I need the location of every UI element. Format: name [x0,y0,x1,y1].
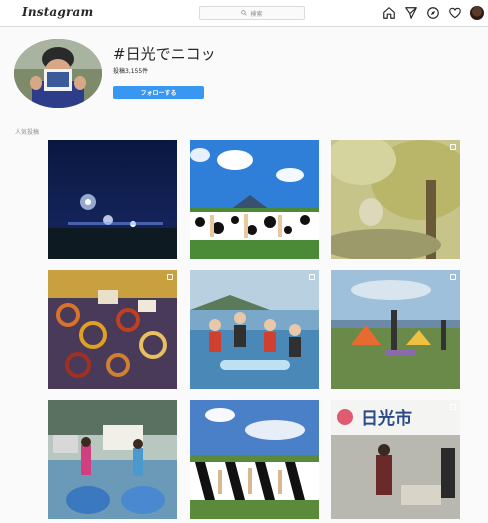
post-autumn-ginkgo[interactable] [331,140,460,259]
post-sup-boards-kids[interactable] [48,400,177,519]
post-sup-yoga-group[interactable] [190,270,319,389]
multi-post-icon [309,274,315,280]
search-placeholder: 検索 [250,10,263,18]
search-input[interactable]: 検索 [199,6,305,20]
multi-post-icon [450,274,456,280]
hashtag-title: #日光でニコッ [113,45,216,63]
post-nikko-city-tent[interactable]: 日光市 [331,400,460,519]
instagram-logo[interactable]: Instagram [22,5,93,19]
multi-post-icon [167,274,173,280]
top-posts-label: 人気投稿 [15,129,40,136]
hashtag-profile-picture [14,39,102,108]
direct-icon[interactable] [404,6,418,20]
profile-avatar[interactable] [470,6,484,20]
explore-icon[interactable] [426,6,440,20]
top-nav: Instagram 検索 [0,0,488,27]
follow-button[interactable]: フォローする [113,86,204,99]
nikko-city-banner: 日光市 [361,408,412,429]
post-cows-yoga-mountain[interactable] [190,140,319,259]
post-lakeside-yoga[interactable] [331,270,460,389]
multi-post-icon [450,404,456,410]
post-cows-yoga-line[interactable] [190,400,319,519]
multi-post-icon [450,144,456,150]
home-icon[interactable] [382,6,396,20]
post-rope-bracelets[interactable] [48,270,177,389]
activity-heart-icon[interactable] [448,6,462,20]
post-count: 投稿3,155件 [113,68,149,75]
search-icon [241,10,248,16]
post-night-city[interactable] [48,140,177,259]
